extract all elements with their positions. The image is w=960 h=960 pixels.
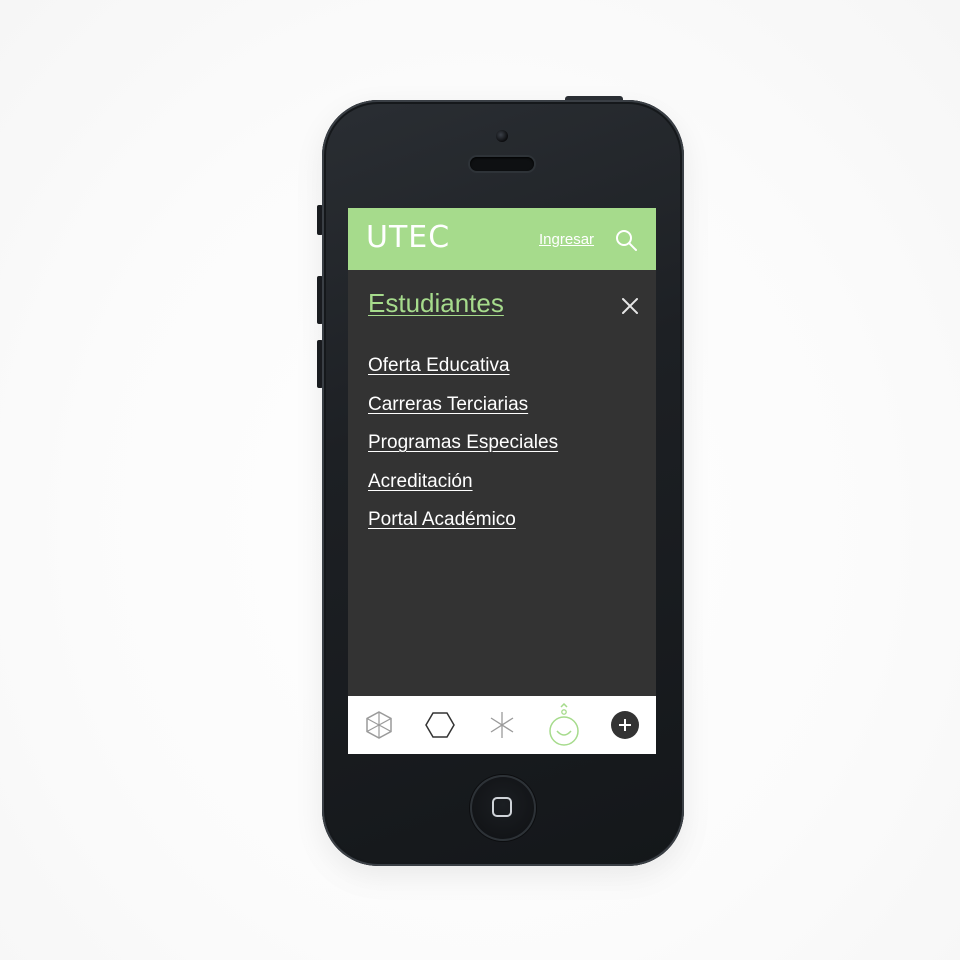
front-camera [496,130,508,142]
tab-asterisk[interactable] [471,696,533,754]
menu-item: Acreditación [368,470,558,509]
home-button [470,775,536,841]
search-icon[interactable] [614,228,638,252]
tab-user[interactable] [533,696,595,754]
close-icon[interactable] [620,296,640,316]
cube-icon [366,711,392,739]
plus-circle-icon [611,711,640,739]
menu-link-carreras-terciarias[interactable]: Carreras Terciarias [368,394,528,415]
asterisk-icon [490,712,514,738]
header-bar: UTEC Ingresar [348,208,656,270]
menu-link-programas-especiales[interactable]: Programas Especiales [368,432,558,453]
tab-cube[interactable] [348,696,410,754]
utec-logo[interactable]: UTEC [366,220,450,255]
stage: UTEC Ingresar Estudiantes Oferta Educati… [0,0,960,960]
menu-item: Programas Especiales [368,431,558,470]
login-link[interactable]: Ingresar [539,231,594,248]
menu-item: Portal Académico [368,508,558,547]
phone-screen: UTEC Ingresar Estudiantes Oferta Educati… [348,208,656,754]
home-square-icon [492,797,512,817]
hexagon-icon [425,712,456,738]
menu-item: Carreras Terciarias [368,393,558,432]
bottom-tab-bar [348,696,656,754]
earpiece-speaker [470,157,534,171]
menu-item: Oferta Educativa [368,354,558,393]
menu-link-oferta-educativa[interactable]: Oferta Educativa [368,355,510,376]
menu-list: Oferta Educativa Carreras Terciarias Pro… [368,354,558,547]
section-title-estudiantes[interactable]: Estudiantes [368,288,504,319]
smile-user-icon [548,703,579,746]
tab-add[interactable] [594,696,656,754]
menu-link-acreditacion[interactable]: Acreditación [368,471,473,492]
tab-hexagon[interactable] [410,696,472,754]
menu-link-portal-academico[interactable]: Portal Académico [368,509,516,530]
